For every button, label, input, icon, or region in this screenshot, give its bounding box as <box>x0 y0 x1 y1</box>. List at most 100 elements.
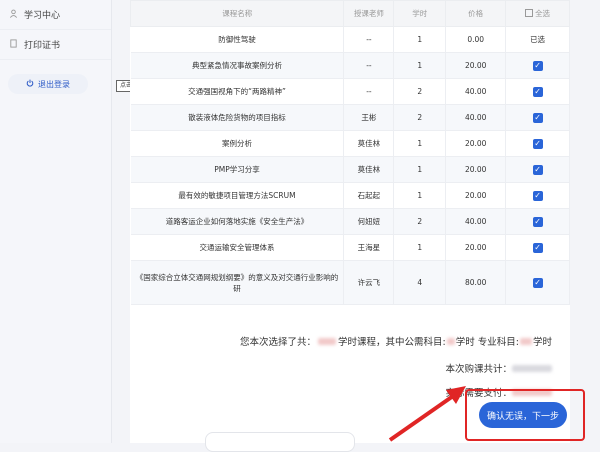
course-name-cell: 《国家综合立体交通网规划纲要》的意义及对交通行业影响的研 <box>130 260 345 305</box>
course-checkbox[interactable]: ✓ <box>532 164 543 175</box>
sidebar-item-study-center[interactable]: 学习中心 <box>0 0 111 30</box>
select-cell[interactable]: ✓ <box>505 156 570 183</box>
column-header-hours: 学时 <box>393 0 447 27</box>
course-panel: 课程名称 授课老师 学时 价格 全选 防御性驾驶 -- 1 0.00 已选 典型紧急情况事… <box>129 0 570 443</box>
course-checkbox[interactable]: ✓ <box>532 86 543 97</box>
column-header-price: 价格 <box>445 0 507 27</box>
hours-cell: 1 <box>393 130 447 157</box>
table-row: 交通强国视角下的“两路精神” -- 2 40.00 ✓ <box>130 78 570 105</box>
course-checkbox[interactable]: ✓ <box>532 138 543 149</box>
teacher-cell: 王海星 <box>343 234 395 261</box>
annotation-arrow <box>388 386 466 442</box>
summary-total-label: 本次购课共计： <box>445 364 512 375</box>
teacher-cell: 莫佳林 <box>343 156 395 183</box>
select-cell[interactable]: ✓ <box>505 182 570 209</box>
course-checkbox[interactable]: ✓ <box>532 190 543 201</box>
document-icon <box>8 38 18 51</box>
logout-label: 退出登录 <box>38 79 70 89</box>
sidebar-item-print-certificate[interactable]: 打印证书 <box>0 30 111 60</box>
hours-cell: 1 <box>393 156 447 183</box>
redacted-value <box>446 337 455 345</box>
sidebar: 学习中心 打印证书 退出登录 <box>0 0 112 443</box>
hours-cell: 1 <box>393 52 447 79</box>
course-checkbox[interactable]: ✓ <box>532 112 543 123</box>
price-cell: 40.00 <box>445 104 507 131</box>
select-all[interactable]: 全选 <box>505 0 570 27</box>
course-name-cell: PMP学习分享 <box>130 156 345 183</box>
teacher-cell: 何妞妞 <box>343 208 395 235</box>
redacted-value <box>318 337 337 345</box>
table-row: 《国家综合立体交通网规划纲要》的意义及对交通行业影响的研 许云飞 4 80.00 ✓ <box>130 260 570 305</box>
summary-total-line: 本次购课共计： <box>445 361 552 375</box>
teacher-cell: -- <box>343 78 395 105</box>
table-row: 典型紧急情况事故案例分析 -- 1 20.00 ✓ <box>130 52 570 79</box>
table-row: 散装液体危险货物的项目指标 王彬 2 40.00 ✓ <box>130 104 570 131</box>
teacher-cell: 许云飞 <box>343 260 395 305</box>
select-cell[interactable]: ✓ <box>505 130 570 157</box>
select-all-label: 全选 <box>535 9 551 18</box>
price-cell: 20.00 <box>445 130 507 157</box>
table-row: 交通运输安全管理体系 王海星 1 20.00 ✓ <box>130 234 570 261</box>
confirm-next-button[interactable]: 确认无误，下一步 <box>479 402 567 428</box>
course-name-cell: 交通强国视角下的“两路精神” <box>130 78 345 105</box>
bottom-card <box>205 432 355 452</box>
hours-cell: 2 <box>393 104 447 131</box>
select-cell[interactable]: ✓ <box>505 78 570 105</box>
price-cell: 40.00 <box>445 78 507 105</box>
summary-selected-line: 您本次选择了共： 学时课程，其中公需科目: 学时 专业科目: 学时 <box>240 334 552 348</box>
summary-public-subjects: 学时课程，其中公需科目: <box>338 337 446 348</box>
select-cell[interactable]: ✓ <box>505 104 570 131</box>
teacher-cell: 莫佳林 <box>343 130 395 157</box>
summary-hours-suffix: 学时 <box>532 337 552 348</box>
hours-cell: 2 <box>393 78 447 105</box>
price-cell: 20.00 <box>445 156 507 183</box>
select-cell[interactable]: ✓ <box>505 52 570 79</box>
user-icon <box>8 9 18 21</box>
price-cell: 80.00 <box>445 260 507 305</box>
course-name-cell: 道路客运企业如何落地实施《安全生产法》 <box>130 208 345 235</box>
course-name-cell: 最有效的敏捷项目管理方法SCRUM <box>130 182 345 209</box>
course-checkbox[interactable]: ✓ <box>532 242 543 253</box>
price-cell: 20.00 <box>445 182 507 209</box>
course-name-cell: 防御性驾驶 <box>130 26 345 53</box>
course-name-cell: 交通运输安全管理体系 <box>130 234 345 261</box>
hours-cell: 1 <box>393 26 447 53</box>
price-cell: 20.00 <box>445 234 507 261</box>
course-name-cell: 散装液体危险货物的项目指标 <box>130 104 345 131</box>
hours-cell: 4 <box>393 260 447 305</box>
select-cell[interactable]: ✓ <box>505 208 570 235</box>
select-all-checkbox[interactable] <box>525 9 534 17</box>
hours-cell: 1 <box>393 182 447 209</box>
teacher-cell: -- <box>343 26 395 53</box>
price-cell: 20.00 <box>445 52 507 79</box>
redacted-value <box>512 364 552 372</box>
course-name-cell: 典型紧急情况事故案例分析 <box>130 52 345 79</box>
select-cell[interactable]: ✓ <box>505 260 570 305</box>
course-checkbox[interactable]: ✓ <box>532 277 543 288</box>
price-cell: 40.00 <box>445 208 507 235</box>
power-icon <box>26 79 34 89</box>
select-cell: 已选 <box>505 26 570 53</box>
table-row: 最有效的敏捷项目管理方法SCRUM 石起起 1 20.00 ✓ <box>130 182 570 209</box>
table-row: PMP学习分享 莫佳林 1 20.00 ✓ <box>130 156 570 183</box>
course-table: 课程名称 授课老师 学时 价格 全选 防御性驾驶 -- 1 0.00 已选 典型紧急情况事… <box>129 0 570 305</box>
hours-cell: 2 <box>393 208 447 235</box>
course-checkbox[interactable]: ✓ <box>532 60 543 71</box>
column-header-course-name: 课程名称 <box>129 0 345 27</box>
summary-professional-subjects: 学时 专业科目: <box>455 337 519 348</box>
course-name-cell: 案例分析 <box>130 130 345 157</box>
sidebar-item-label: 学习中心 <box>24 11 61 21</box>
teacher-cell: -- <box>343 52 395 79</box>
logout-button[interactable]: 退出登录 <box>8 74 88 94</box>
teacher-cell: 王彬 <box>343 104 395 131</box>
table-header-row: 课程名称 授课老师 学时 价格 全选 <box>129 0 570 27</box>
table-row: 道路客运企业如何落地实施《安全生产法》 何妞妞 2 40.00 ✓ <box>130 208 570 235</box>
redacted-value <box>519 337 532 345</box>
price-cell: 0.00 <box>445 26 507 53</box>
course-checkbox[interactable]: ✓ <box>532 216 543 227</box>
select-cell[interactable]: ✓ <box>505 234 570 261</box>
sidebar-item-label: 打印证书 <box>24 41 61 51</box>
summary-prefix: 您本次选择了共： <box>240 337 317 348</box>
table-row: 防御性驾驶 -- 1 0.00 已选 <box>130 26 570 53</box>
column-header-teacher: 授课老师 <box>343 0 395 27</box>
